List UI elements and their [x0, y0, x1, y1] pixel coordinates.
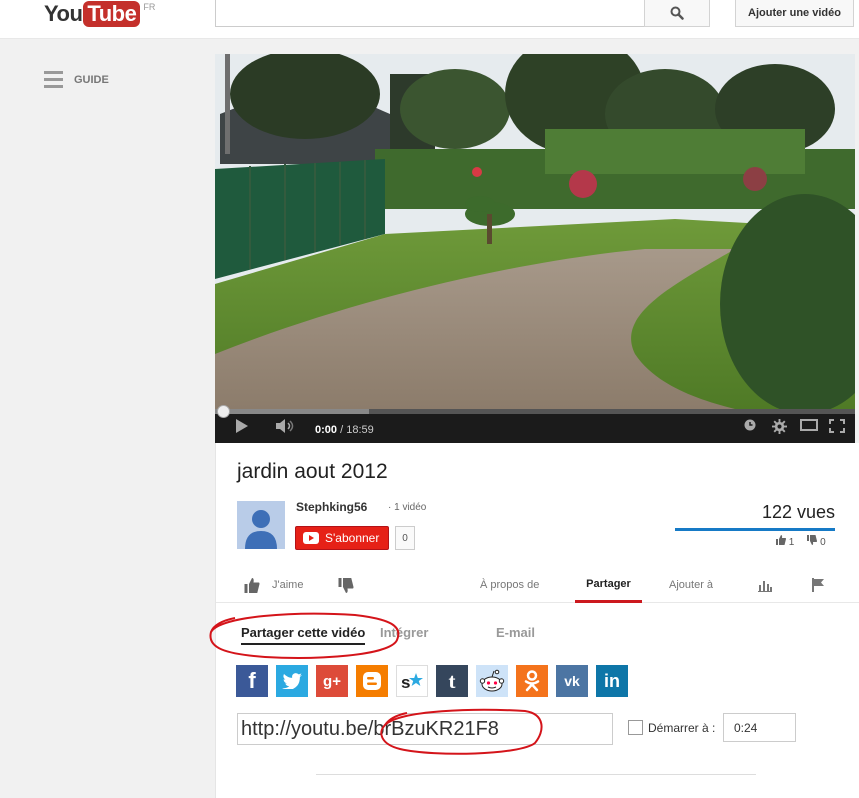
dislike-count-item: 0	[807, 535, 826, 548]
video-frame[interactable]	[215, 54, 855, 409]
odnoklassniki-icon	[524, 670, 540, 692]
like-count: 1	[788, 537, 795, 548]
clock-icon	[744, 419, 756, 431]
search-button[interactable]	[644, 0, 710, 27]
tab-share[interactable]: Partager	[575, 567, 642, 603]
subscribe-label: S'abonner	[325, 531, 380, 545]
social-share-buttons: f g+ s t vk in	[236, 665, 628, 697]
vkontakte-share-button[interactable]: vk	[556, 665, 588, 697]
dislike-button[interactable]	[338, 567, 354, 603]
google-plus-share-button[interactable]: g+	[316, 665, 348, 697]
tab-share-video[interactable]: Partager cette vidéo	[241, 625, 366, 645]
subscribe-button[interactable]: S'abonner	[295, 526, 389, 550]
like-button[interactable]: J'aime	[244, 567, 303, 603]
sentiment-bar	[675, 528, 835, 531]
start-at-label: Démarrer à :	[648, 721, 716, 735]
masthead: You Tube FR Ajouter une vidéo	[0, 0, 859, 39]
search-icon	[670, 6, 684, 20]
twitter-share-button[interactable]	[276, 665, 308, 697]
watch-info-panel: jardin aout 2012 Stephking56 · 1 vidéo S…	[215, 443, 859, 798]
duration: / 18:59	[340, 424, 374, 436]
watch-later-button[interactable]	[744, 419, 756, 431]
theater-mode-button[interactable]	[800, 419, 818, 431]
svg-text:s: s	[401, 673, 410, 692]
upload-button[interactable]: Ajouter une vidéo	[735, 0, 854, 27]
like-label: J'aime	[272, 579, 304, 591]
video-title: jardin aout 2012	[237, 460, 388, 483]
tumblr-icon: t	[448, 668, 456, 693]
volume-button[interactable]	[276, 419, 296, 433]
thumbs-up-icon	[776, 535, 786, 545]
flag-icon	[812, 578, 824, 592]
dislike-count: 0	[820, 537, 826, 548]
start-at-time-field[interactable]	[723, 713, 796, 742]
settings-button[interactable]	[772, 419, 787, 434]
bar-chart-icon	[758, 580, 772, 592]
player-time: 0:00 / 18:59	[315, 424, 374, 436]
fullscreen-button[interactable]	[829, 419, 845, 433]
thumbs-up-icon	[244, 577, 260, 593]
subscriber-count: 0	[395, 526, 415, 550]
view-count: 122 vues	[761, 502, 835, 522]
reddit-share-button[interactable]	[476, 665, 508, 697]
channel-name[interactable]: Stephking56	[296, 500, 367, 514]
guide-label: GUIDE	[74, 73, 109, 86]
video-player[interactable]: 0:00 / 18:59	[215, 54, 855, 443]
report-button[interactable]	[812, 567, 825, 603]
progress-scrubber[interactable]	[217, 405, 230, 418]
user-icon	[237, 501, 285, 549]
like-dislike-counts: 1 0	[776, 535, 826, 548]
search-input[interactable]	[215, 0, 645, 27]
action-bar: J'aime À propos de Partager Ajouter à	[216, 567, 859, 603]
stumbleupon-share-button[interactable]: s	[396, 665, 428, 697]
progress-bar[interactable]	[215, 405, 855, 418]
tab-email[interactable]: E-mail	[496, 625, 535, 640]
linkedin-icon: in	[604, 670, 620, 691]
stumbleupon-icon: s	[401, 673, 423, 692]
play-button[interactable]	[235, 419, 249, 433]
play-icon	[236, 419, 248, 433]
reddit-icon	[479, 669, 505, 692]
google-plus-icon: g+	[323, 672, 341, 690]
vkontakte-icon: vk	[564, 673, 580, 689]
like-count-item: 1	[776, 535, 794, 548]
thumbs-down-icon	[807, 535, 818, 545]
tab-about[interactable]: À propos de	[480, 567, 539, 603]
stats-button[interactable]	[758, 567, 772, 603]
current-time: 0:00	[315, 424, 338, 436]
theater-icon	[800, 419, 818, 431]
fullscreen-icon	[829, 419, 845, 433]
tab-add-to[interactable]: Ajouter à	[669, 567, 713, 603]
youtube-logo[interactable]: You Tube FR	[44, 1, 155, 27]
linkedin-share-button[interactable]: in	[596, 665, 628, 697]
blogger-share-button[interactable]	[356, 665, 388, 697]
logo-tube-text: Tube	[83, 1, 141, 27]
menu-icon	[44, 71, 63, 88]
blogger-icon	[363, 672, 381, 690]
progress-loaded	[215, 409, 369, 414]
odnoklassniki-share-button[interactable]	[516, 665, 548, 697]
video-thumbnail-garden	[215, 54, 855, 409]
tab-embed[interactable]: Intégrer	[380, 625, 428, 640]
youtube-play-icon	[303, 532, 319, 544]
volume-icon	[276, 419, 294, 433]
logo-you-text: You	[44, 1, 83, 26]
logo-country-code: FR	[143, 2, 156, 12]
share-tabs: Partager cette vidéo Intégrer E-mail	[216, 620, 859, 650]
twitter-icon	[282, 673, 302, 689]
start-at-checkbox[interactable]	[628, 720, 643, 735]
channel-avatar[interactable]	[237, 501, 285, 549]
player-controls: 0:00 / 18:59	[215, 405, 855, 443]
divider	[316, 774, 756, 775]
channel-video-count: · 1 vidéo	[388, 502, 427, 513]
facebook-share-button[interactable]: f	[236, 665, 268, 697]
tumblr-share-button[interactable]: t	[436, 665, 468, 697]
thumbs-down-icon	[338, 577, 354, 593]
share-url-field[interactable]	[237, 713, 613, 745]
guide-button[interactable]: GUIDE	[44, 71, 109, 88]
facebook-icon: f	[248, 668, 256, 693]
gear-icon	[772, 419, 787, 434]
